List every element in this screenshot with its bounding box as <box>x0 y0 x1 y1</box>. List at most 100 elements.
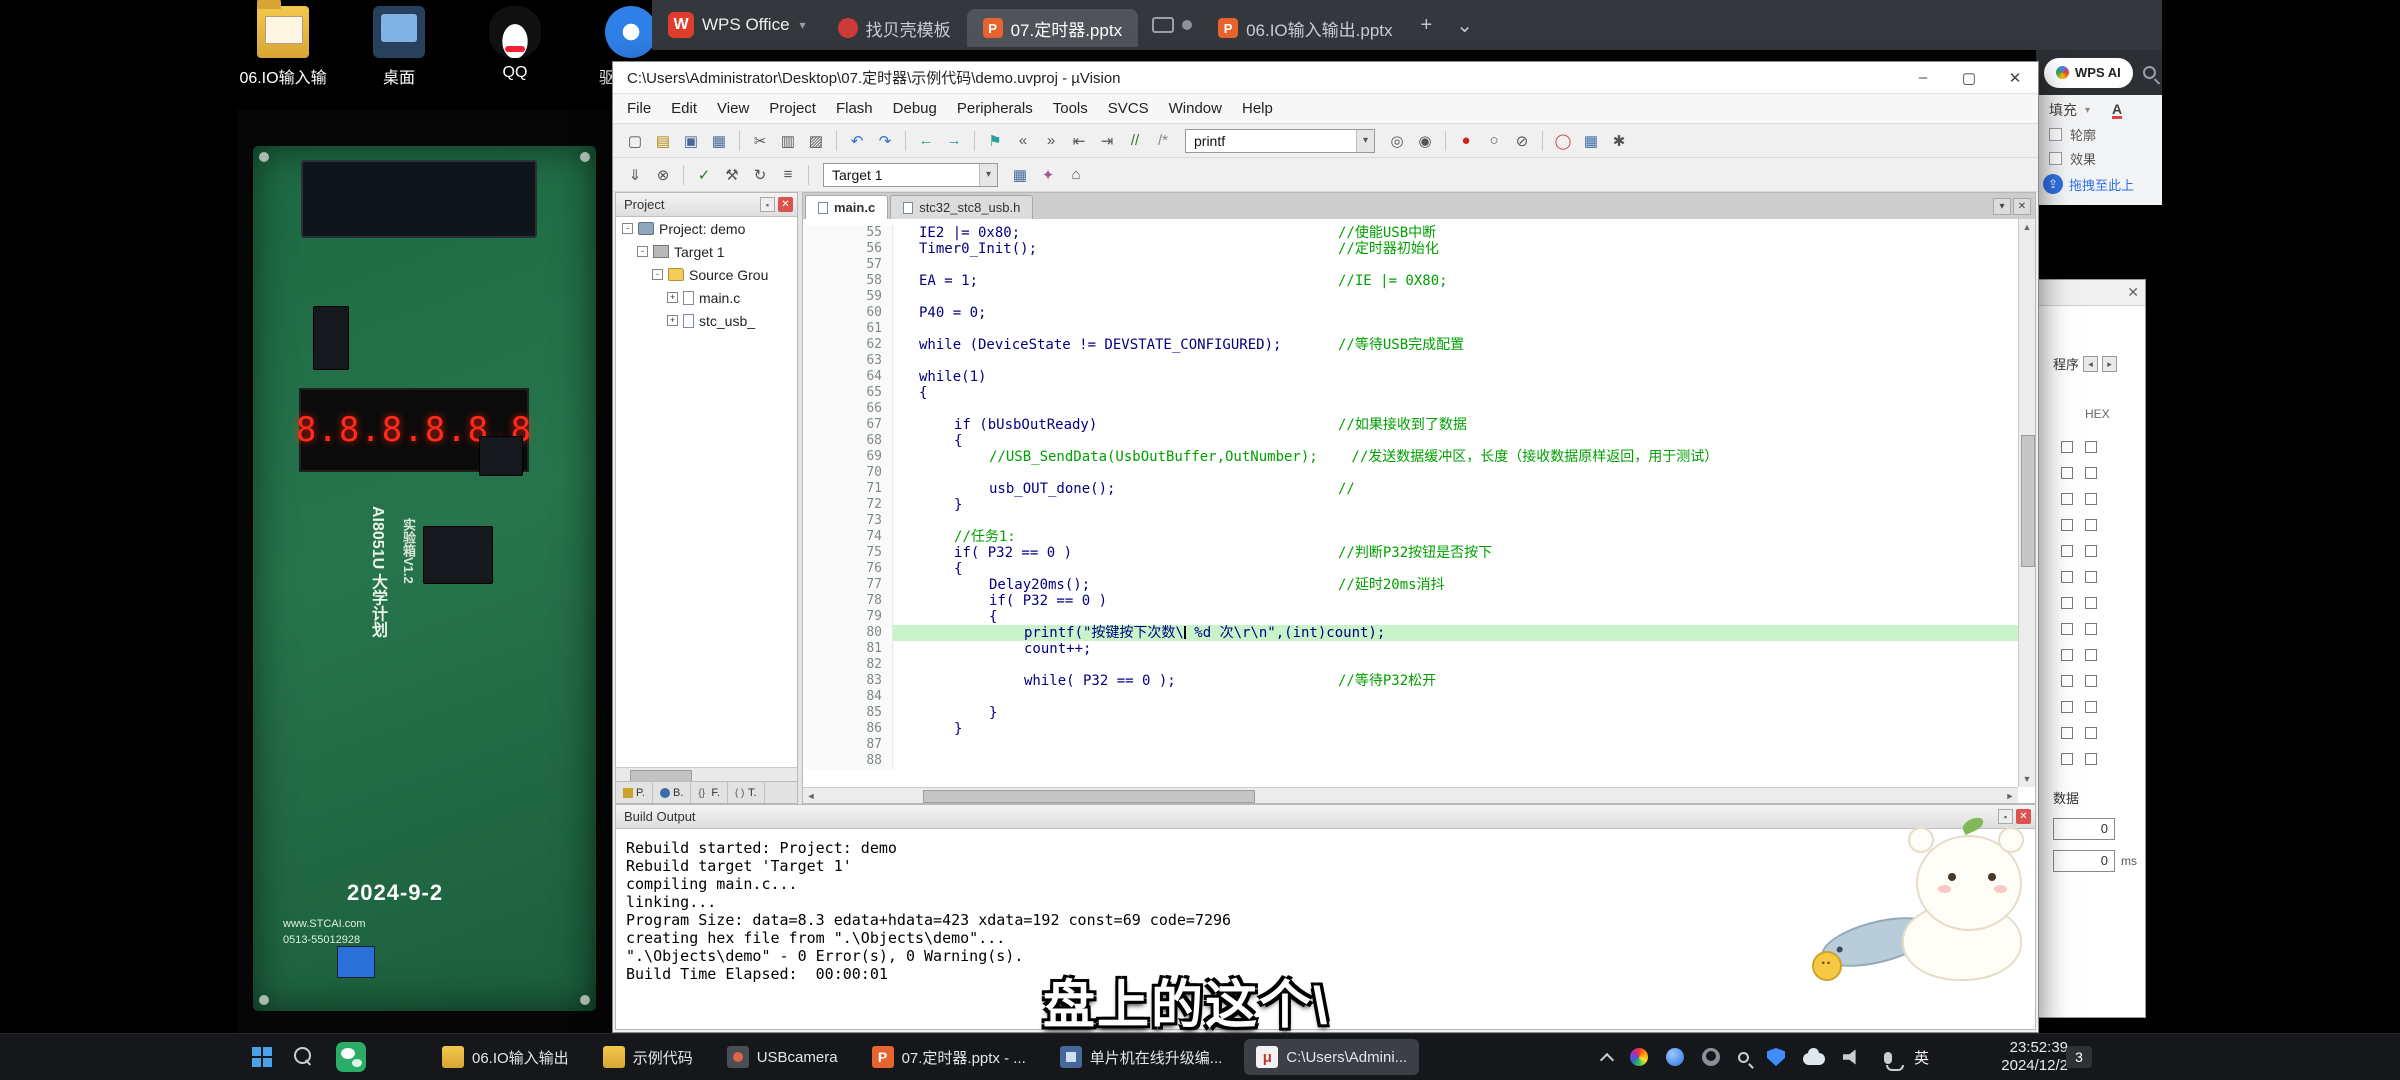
prev-bookmark-icon[interactable]: « <box>1010 128 1036 154</box>
build-output-header[interactable]: Build Output ▪ ✕ <box>616 805 2035 829</box>
new-file-icon[interactable]: ▢ <box>622 128 648 154</box>
checkbox[interactable] <box>2061 493 2073 505</box>
code-line[interactable]: 64while(1) <box>803 369 2018 385</box>
code-line[interactable]: 80printf("按键按下次数\ %d 次\r\n",(int)count); <box>803 625 2018 641</box>
kill-breakpoints-icon[interactable]: ⊘ <box>1509 128 1535 154</box>
pin-icon[interactable]: ▪ <box>1998 809 2013 824</box>
checkbox[interactable] <box>2061 753 2073 765</box>
tree-expand-icon[interactable]: + <box>667 315 678 326</box>
checkbox[interactable] <box>2061 649 2073 661</box>
code-line[interactable]: 75if( P32 == 0 )//判断P32按钮是否按下 <box>803 545 2018 561</box>
code-line[interactable]: 88 <box>803 753 2018 769</box>
checkbox[interactable] <box>2085 623 2097 635</box>
find-icon[interactable]: ◉ <box>1412 128 1438 154</box>
options-target-icon[interactable]: ✦ <box>1035 162 1061 188</box>
open-file-icon[interactable]: ▤ <box>650 128 676 154</box>
code-line[interactable]: 77Delay20ms();//延时20ms消抖 <box>803 577 2018 593</box>
checkbox[interactable] <box>2061 519 2073 531</box>
flash-tools-icon[interactable]: ⌂ <box>1063 162 1089 188</box>
checkbox[interactable] <box>2085 675 2097 687</box>
checkbox[interactable] <box>2085 571 2097 583</box>
menu-file[interactable]: File <box>617 96 661 121</box>
code-line[interactable]: 57 <box>803 257 2018 273</box>
debug-session-icon[interactable]: ◯ <box>1550 128 1576 154</box>
menu-edit[interactable]: Edit <box>661 96 707 121</box>
tree-expand-icon[interactable]: - <box>652 269 663 280</box>
checkbox[interactable] <box>2085 597 2097 609</box>
chevron-down-icon[interactable]: ▾ <box>979 164 997 186</box>
spin-left-icon[interactable]: ◂ <box>2083 356 2098 372</box>
comment-icon[interactable]: // <box>1122 128 1148 154</box>
desktop-icon-desktop[interactable]: 桌面 <box>356 6 442 88</box>
bookmark-icon[interactable]: ⚑ <box>982 128 1008 154</box>
checkbox[interactable] <box>2085 441 2097 453</box>
code-line[interactable]: 66 <box>803 401 2018 417</box>
code-line[interactable]: 78if( P32 == 0 ) <box>803 593 2018 609</box>
close-icon[interactable]: ✕ <box>778 197 793 212</box>
taskbar-search-button[interactable] <box>294 1047 314 1067</box>
taskbar-button-5[interactable]: μC:\Users\Admini... <box>1244 1039 1419 1075</box>
file-extensions-icon[interactable]: ▦ <box>1007 162 1033 188</box>
drag-hint-row[interactable]: ⇪ 拖拽至此上 <box>2037 168 2162 194</box>
start-button[interactable] <box>252 1047 272 1067</box>
value-field-1[interactable]: 0 <box>2053 818 2115 840</box>
menu-project[interactable]: Project <box>759 96 826 121</box>
checkbox[interactable] <box>2061 441 2073 453</box>
tree-expand-icon[interactable]: + <box>667 292 678 303</box>
taskbar-button-2[interactable]: USBcamera <box>715 1039 850 1075</box>
menu-flash[interactable]: Flash <box>826 96 883 121</box>
checkbox[interactable] <box>2085 701 2097 713</box>
value-field-2[interactable]: 0 <box>2053 850 2115 872</box>
desktop-icon-qq[interactable]: QQ <box>472 6 558 88</box>
editor-hscrollbar[interactable]: ◄ ► <box>803 787 2018 803</box>
project-tree-item[interactable]: -Source Grou <box>616 263 797 286</box>
code-line[interactable]: 84 <box>803 689 2018 705</box>
next-bookmark-icon[interactable]: » <box>1038 128 1064 154</box>
scroll-down-icon[interactable]: ▼ <box>2019 771 2035 787</box>
code-line[interactable]: 58EA = 1;//IE |= 0X80; <box>803 273 2018 289</box>
undo-icon[interactable]: ↶ <box>844 128 870 154</box>
code-line[interactable]: 73 <box>803 513 2018 529</box>
checkbox[interactable] <box>2085 727 2097 739</box>
maximize-button[interactable]: ▢ <box>1946 62 1992 93</box>
tray-expand-icon[interactable] <box>1600 1053 1614 1067</box>
cut-icon[interactable]: ✂ <box>747 128 773 154</box>
code-line[interactable]: 69//USB_SendData(UsbOutBuffer,OutNumber)… <box>803 449 2018 465</box>
code-line[interactable]: 61 <box>803 321 2018 337</box>
project-hscrollbar[interactable] <box>616 767 797 781</box>
tray-color-wheel-icon[interactable] <box>1630 1048 1648 1066</box>
scroll-left-icon[interactable]: ◄ <box>803 788 819 804</box>
taskbar-button-1[interactable]: 示例代码 <box>591 1039 705 1075</box>
uncomment-icon[interactable]: /* <box>1150 128 1176 154</box>
configure-icon[interactable]: ✱ <box>1606 128 1632 154</box>
pin-icon[interactable]: ▪ <box>760 197 775 212</box>
ime-indicator[interactable]: 英 <box>1914 1047 1929 1068</box>
menu-svcs[interactable]: SVCS <box>1098 96 1159 121</box>
wps-home-button[interactable]: W WPS Office ▾ <box>652 0 822 50</box>
disable-breakpoint-icon[interactable]: ○ <box>1481 128 1507 154</box>
wps-tab-2[interactable]: P06.IO输入输出.pptx <box>1202 9 1408 47</box>
taskbar-clock[interactable]: 23:52:39 2024/12/2 <box>1968 1039 2068 1075</box>
translate-file-icon[interactable]: ✓ <box>691 162 717 188</box>
defender-shield-icon[interactable] <box>1767 1048 1785 1066</box>
code-line[interactable]: 85} <box>803 705 2018 721</box>
code-line[interactable]: 71usb_OUT_done();// <box>803 481 2018 497</box>
menu-tools[interactable]: Tools <box>1043 96 1098 121</box>
search-combobox[interactable]: printf ▾ <box>1185 129 1375 153</box>
rebuild-all-icon[interactable]: ↻ <box>747 162 773 188</box>
wps-tab-1[interactable]: P07.定时器.pptx <box>967 9 1139 47</box>
panel-tab-book[interactable]: P. <box>616 782 653 803</box>
notification-badge[interactable]: 3 <box>2066 1046 2092 1068</box>
close-icon[interactable]: ✕ <box>2127 284 2139 301</box>
tree-expand-icon[interactable]: - <box>622 223 633 234</box>
indent-right-icon[interactable]: ⇥ <box>1094 128 1120 154</box>
scroll-up-icon[interactable]: ▲ <box>2019 219 2035 235</box>
checkbox[interactable] <box>2061 467 2073 479</box>
code-line[interactable]: 60P40 = 0; <box>803 305 2018 321</box>
copy-icon[interactable]: ▥ <box>775 128 801 154</box>
panel-tab-globe[interactable]: B. <box>653 782 691 803</box>
desktop-icon-folder[interactable]: 06.IO输入输 <box>240 6 326 88</box>
code-line[interactable]: 62while (DeviceState != DEVSTATE_CONFIGU… <box>803 337 2018 353</box>
code-editor[interactable]: 55IE2 |= 0x80;//使能USB中断56Timer0_Init();/… <box>803 219 2018 787</box>
code-line[interactable]: 76{ <box>803 561 2018 577</box>
